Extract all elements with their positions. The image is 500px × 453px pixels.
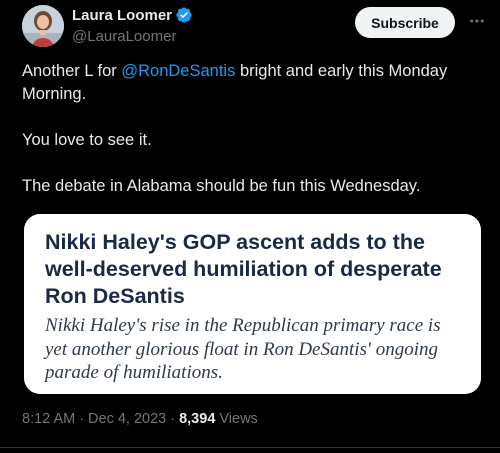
card-subheadline: Nikki Haley's rise in the Republican pri… (45, 315, 441, 383)
verified-badge-icon (176, 7, 192, 23)
avatar-image (22, 5, 64, 47)
subscribe-button[interactable]: Subscribe (355, 7, 455, 38)
post-line-1: Another L for @RonDeSantis bright and ea… (22, 60, 482, 106)
more-horizontal-icon[interactable] (465, 9, 489, 33)
link-card[interactable]: Nikki Haley's GOP ascent adds to the wel… (24, 214, 481, 394)
mention-link[interactable]: @RonDeSantis (121, 62, 235, 80)
tweet: Laura Loomer @LauraLoomer Subscribe Anot… (0, 0, 500, 453)
meta-separator: · (79, 411, 85, 427)
post-time[interactable]: 8:12 AM (22, 411, 75, 427)
author-handle[interactable]: @LauraLoomer (72, 28, 176, 45)
views-label: Views (219, 411, 258, 427)
meta-separator: · (170, 411, 176, 427)
post-text: Another L for @RonDeSantis bright and ea… (22, 60, 482, 198)
avatar[interactable] (22, 5, 64, 47)
divider (0, 447, 500, 448)
post-date[interactable]: Dec 4, 2023 (88, 411, 166, 427)
author-name[interactable]: Laura Loomer (72, 7, 172, 24)
post-meta: 8:12 AM · Dec 4, 2023 · 8,394 Views (22, 411, 258, 427)
post-line-1-start: Another L for (22, 62, 122, 80)
more-dots-graphic (470, 19, 484, 23)
post-line-3: The debate in Alabama should be fun this… (22, 177, 421, 195)
author-name-row: Laura Loomer (72, 6, 193, 24)
post-line-2: You love to see it. (22, 131, 152, 149)
card-headline: Nikki Haley's GOP ascent adds to the wel… (45, 230, 442, 308)
views-count: 8,394 (179, 411, 216, 427)
